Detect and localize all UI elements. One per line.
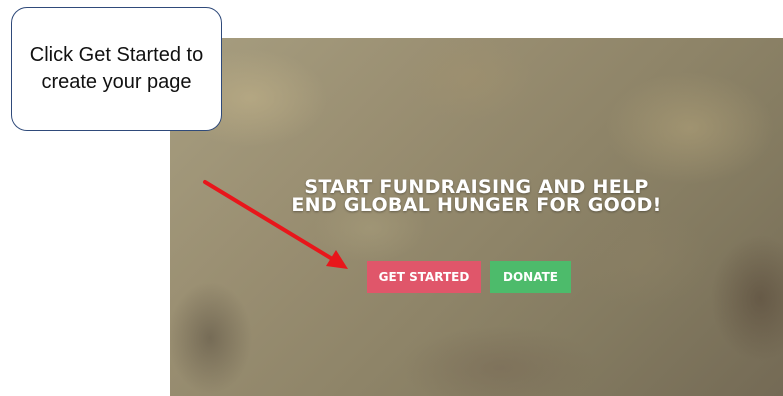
hero-title-line-2: END GLOBAL HUNGER FOR GOOD! [291,194,662,216]
callout-text: Click Get Started to create your page [29,44,204,93]
donate-button[interactable]: DONATE [490,261,571,293]
get-started-button[interactable]: GET STARTED [367,261,481,293]
hero-banner: START FUNDRAISING AND HELP END GLOBAL HU… [170,38,783,396]
tutorial-screenshot: START FUNDRAISING AND HELP END GLOBAL HU… [0,0,783,396]
hero-title: START FUNDRAISING AND HELP END GLOBAL HU… [170,178,783,216]
instruction-callout: Click Get Started to create your page [11,7,222,131]
